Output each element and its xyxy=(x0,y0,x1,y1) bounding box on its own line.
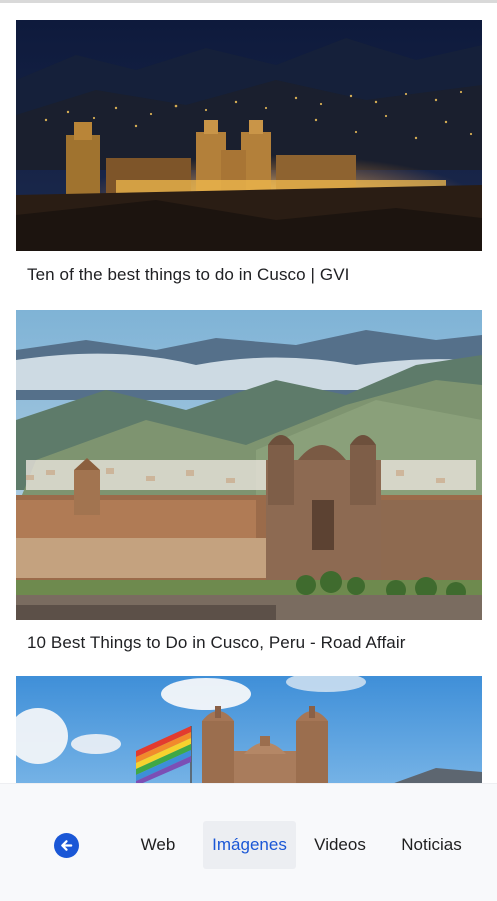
tab-news[interactable]: Noticias xyxy=(391,821,472,869)
back-button[interactable] xyxy=(54,833,79,858)
tab-images[interactable]: Imágenes xyxy=(203,821,296,869)
arrow-left-icon xyxy=(59,838,74,853)
result-image-cusco-cathedral-flag[interactable] xyxy=(16,676,482,783)
result-caption[interactable]: 10 Best Things to Do in Cusco, Peru - Ro… xyxy=(27,633,405,653)
result-caption[interactable]: Ten of the best things to do in Cusco | … xyxy=(27,265,349,285)
result-image-cusco-plaza-night[interactable] xyxy=(16,20,482,251)
image-results-list[interactable]: Ten of the best things to do in Cusco | … xyxy=(0,3,497,783)
tab-web[interactable]: Web xyxy=(130,821,186,869)
bottom-navigation-bar: Web Imágenes Videos Noticias xyxy=(0,783,497,901)
tab-videos[interactable]: Videos xyxy=(306,821,374,869)
result-image-cusco-cathedral-mountains[interactable] xyxy=(16,310,482,620)
